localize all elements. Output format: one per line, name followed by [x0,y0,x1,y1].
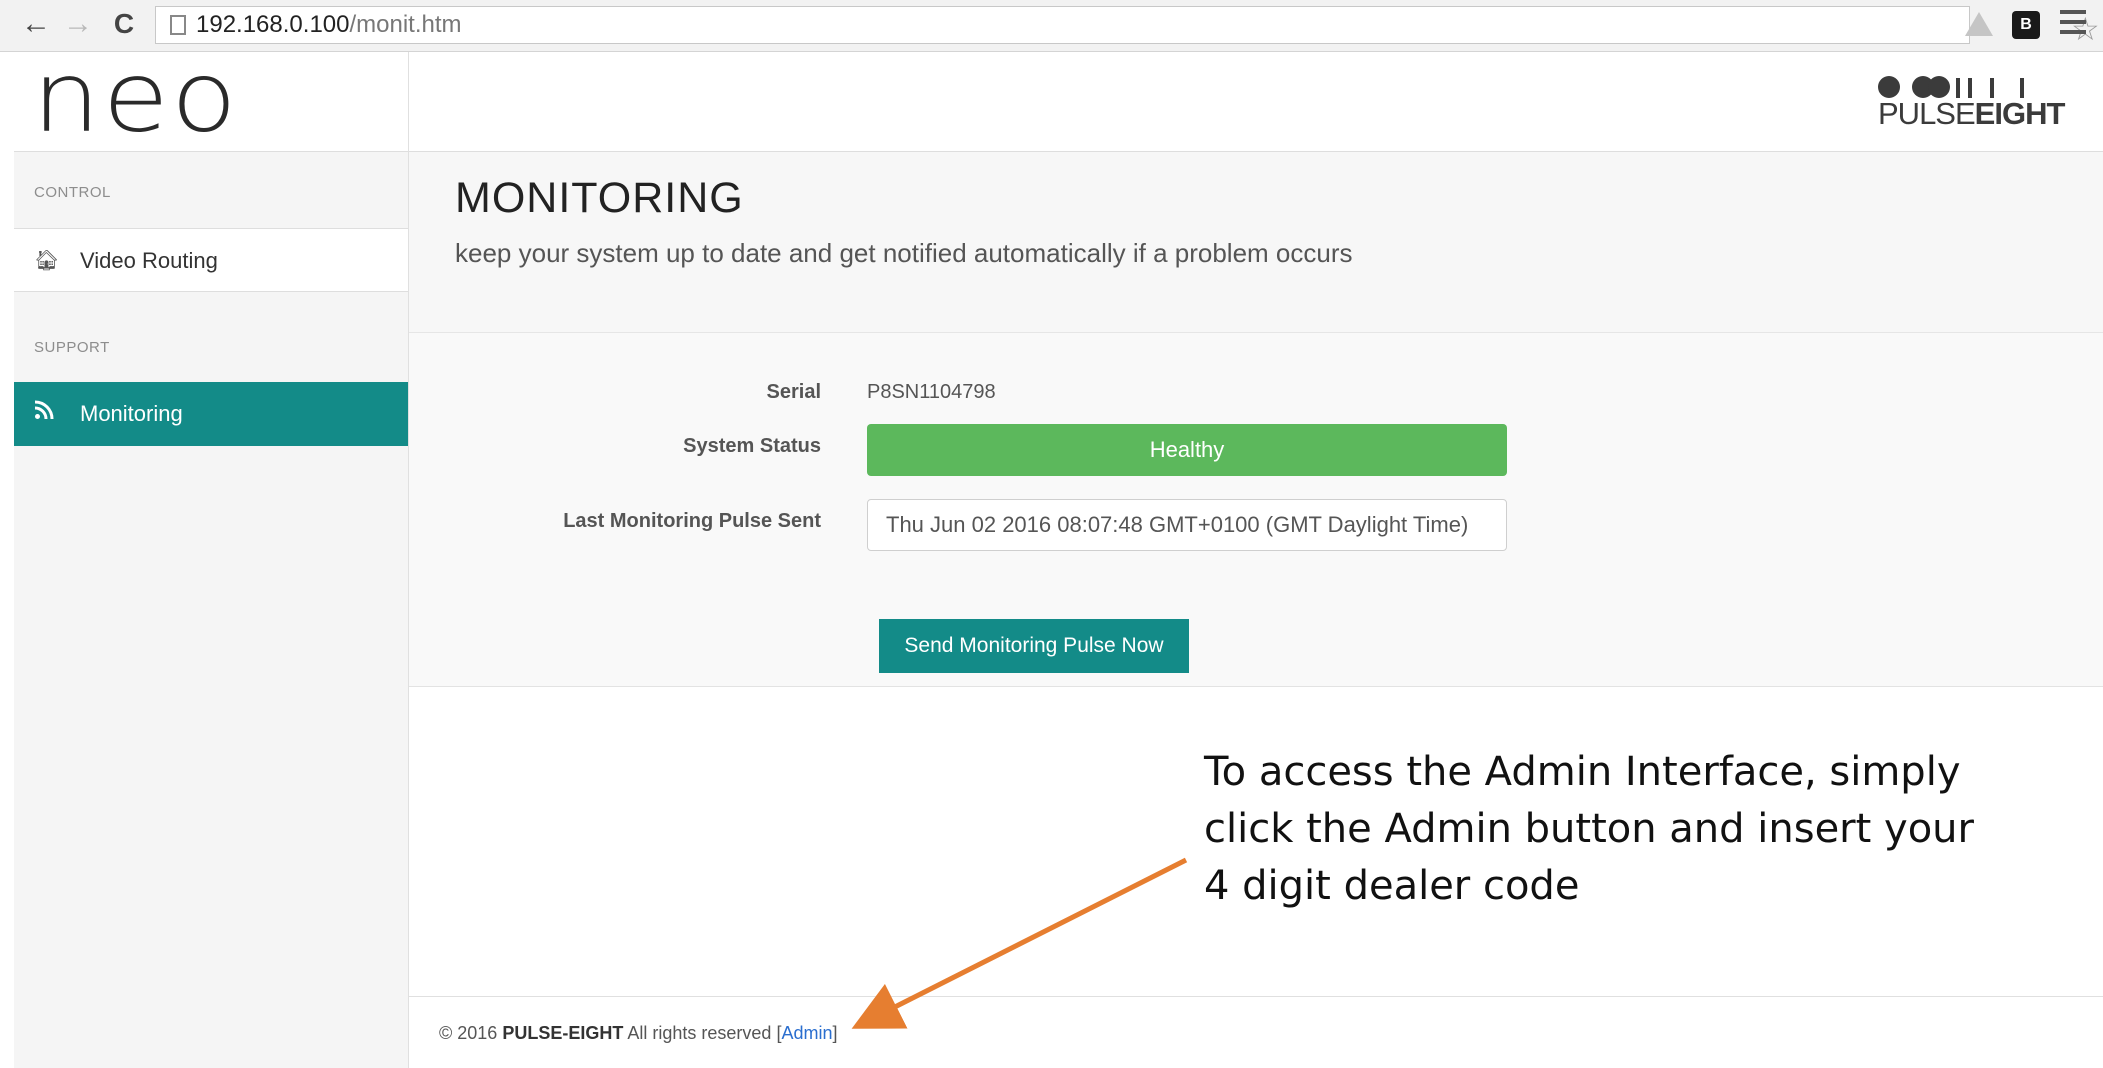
footer-text: © 2016 PULSE-EIGHT All rights reserved [… [439,1023,838,1044]
main-content: MONITORING keep your system up to date a… [409,152,2103,1068]
monitoring-form: Serial P8SN1104798 System Status Healthy… [409,333,2103,687]
rights-text: All rights reserved [627,1023,772,1043]
drive-extension-icon[interactable] [1965,12,1993,36]
last-pulse-field[interactable] [867,499,1507,551]
sidebar-item-monitoring[interactable]: Monitoring [14,382,408,446]
serial-label: Serial [766,381,821,403]
sidebar-item-label: Monitoring [80,401,183,426]
sidebar: CONTROL 🏠︎ Video Routing SUPPORT Monitor… [14,152,409,1068]
serial-value: P8SN1104798 [867,381,996,403]
page-subtitle: keep your system up to date and get noti… [455,238,1353,268]
brand-area: neo [14,44,409,152]
forward-arrow-icon[interactable]: → [60,6,96,42]
company-name: PULSE-EIGHT [502,1023,624,1043]
bracket-close: ] [832,1023,838,1043]
home-icon: 🏠︎ [34,250,60,272]
sidebar-item-label: Video Routing [80,248,218,273]
admin-instruction-callout: To access the Admin Interface, simply cl… [1204,749,1974,909]
footer: © 2016 PULSE-EIGHT All rights reserved [… [409,996,2103,1068]
neo-logo[interactable]: neo [32,44,239,152]
sidebar-section-control: CONTROL [34,184,111,201]
reload-icon[interactable]: C [106,6,142,42]
address-bar[interactable]: 192.168.0.100/monit.htm ☆ [155,6,2100,47]
app-header: neo PULSEEIGHT [14,44,2103,152]
extension-icon[interactable]: B [2012,11,2040,39]
browser-toolbar: ← → C 192.168.0.100/monit.htm ☆ B [0,0,2103,52]
system-status-badge: Healthy [867,424,1507,476]
send-monitoring-pulse-button[interactable]: Send Monitoring Pulse Now [879,619,1189,673]
last-pulse-label: Last Monitoring Pulse Sent [563,510,821,532]
system-status-label: System Status [683,435,821,457]
page-header: MONITORING keep your system up to date a… [409,152,2103,333]
url-path: /monit.htm [349,11,462,38]
back-arrow-icon[interactable]: ← [18,6,54,42]
url-host: 192.168.0.100 [196,11,350,38]
pulse-eight-logo: PULSEEIGHT [1878,72,2065,132]
sidebar-item-video-routing[interactable]: 🏠︎ Video Routing [14,228,408,292]
hamburger-menu-icon[interactable] [2060,10,2086,40]
sidebar-section-support: SUPPORT [34,339,110,356]
rss-icon [34,400,54,428]
page-title: MONITORING [455,174,744,222]
admin-link[interactable]: Admin [781,1023,832,1043]
page-icon [170,15,186,35]
pulse-eight-logo-mark [1878,76,2028,98]
url-text[interactable]: 192.168.0.100/monit.htm [196,11,462,39]
pulse-eight-wordmark: PULSEEIGHT [1878,96,2065,131]
copyright-text: © 2016 [439,1023,498,1043]
